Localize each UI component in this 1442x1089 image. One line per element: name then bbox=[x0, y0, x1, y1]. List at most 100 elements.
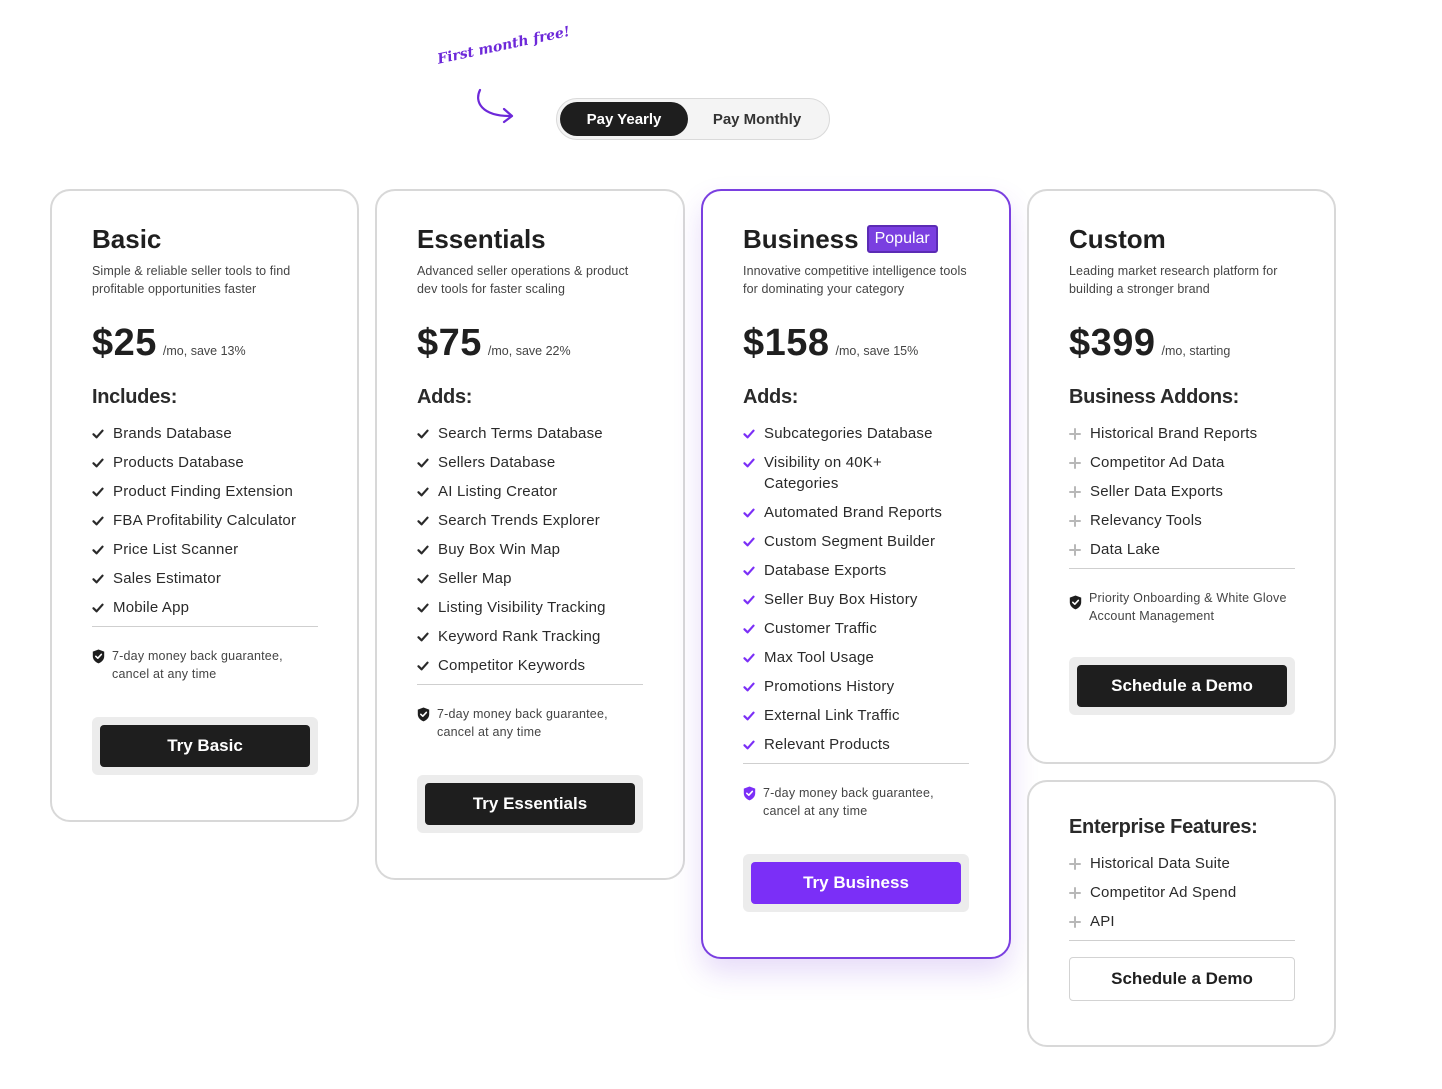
check-icon bbox=[92, 510, 106, 531]
addon-list: Historical Brand Reports Competitor Ad D… bbox=[1069, 423, 1294, 560]
plan-price-note: /mo, starting bbox=[1161, 344, 1231, 358]
plan-price-note: /mo, save 15% bbox=[835, 344, 919, 358]
feature-item: Competitor Keywords bbox=[417, 655, 643, 676]
check-icon bbox=[417, 655, 431, 676]
plan-card-custom: Custom Leading market research platform … bbox=[1027, 189, 1336, 764]
plan-card-basic: Basic Simple & reliable seller tools to … bbox=[50, 189, 359, 822]
addon-item: Competitor Ad Data bbox=[1069, 452, 1294, 473]
feature-list: Brands Database Products Database Produc… bbox=[92, 423, 317, 618]
feature-item: Search Trends Explorer bbox=[417, 510, 643, 531]
feature-item: Price List Scanner bbox=[92, 539, 317, 560]
check-icon bbox=[743, 423, 757, 444]
feature-item: Product Finding Extension bbox=[92, 481, 317, 502]
guarantee-note: 7-day money back guarantee, cancel at an… bbox=[92, 647, 317, 683]
feature-item: Seller Buy Box History bbox=[743, 589, 969, 610]
enterprise-feature-item: Competitor Ad Spend bbox=[1069, 882, 1294, 903]
feature-item: AI Listing Creator bbox=[417, 481, 643, 502]
check-icon bbox=[417, 568, 431, 589]
try-essentials-button[interactable]: Try Essentials bbox=[425, 783, 635, 825]
divider bbox=[92, 626, 318, 627]
check-icon bbox=[417, 481, 431, 502]
feature-item: Mobile App bbox=[92, 597, 317, 618]
check-icon bbox=[417, 597, 431, 618]
pay-monthly-option[interactable]: Pay Monthly bbox=[688, 102, 826, 136]
divider bbox=[1069, 940, 1295, 941]
enterprise-feature-item: API bbox=[1069, 911, 1294, 932]
check-icon bbox=[92, 481, 106, 502]
cta-container: Try Essentials bbox=[417, 775, 643, 833]
feature-item: Seller Map bbox=[417, 568, 643, 589]
shield-check-icon bbox=[743, 786, 757, 806]
plan-card-business: Business Popular Innovative competitive … bbox=[701, 189, 1011, 959]
feature-item: Brands Database bbox=[92, 423, 317, 444]
enterprise-heading: Enterprise Features: bbox=[1069, 816, 1258, 838]
plus-icon bbox=[1069, 510, 1083, 531]
check-icon bbox=[92, 452, 106, 473]
cta-container: Try Business bbox=[743, 854, 969, 912]
guarantee-note: 7-day money back guarantee, cancel at an… bbox=[743, 784, 969, 820]
feature-item: Sellers Database bbox=[417, 452, 643, 473]
check-icon bbox=[92, 539, 106, 560]
check-icon bbox=[743, 502, 757, 523]
feature-item: Sales Estimator bbox=[92, 568, 317, 589]
plus-icon bbox=[1069, 853, 1083, 874]
check-icon bbox=[417, 539, 431, 560]
shield-check-icon bbox=[92, 649, 106, 669]
pay-yearly-option[interactable]: Pay Yearly bbox=[560, 102, 688, 136]
feature-item: Visibility on 40K+ Categories bbox=[743, 452, 969, 494]
check-icon bbox=[743, 676, 757, 697]
features-heading: Business Addons: bbox=[1069, 386, 1240, 408]
plan-price: $399 bbox=[1069, 322, 1156, 364]
plan-price-note: /mo, save 22% bbox=[487, 344, 571, 358]
enterprise-schedule-demo-button[interactable]: Schedule a Demo bbox=[1069, 957, 1295, 1001]
check-icon bbox=[417, 423, 431, 444]
feature-list: Subcategories Database Visibility on 40K… bbox=[743, 423, 969, 755]
plan-price: $75 bbox=[417, 322, 482, 364]
check-icon bbox=[743, 734, 757, 755]
schedule-demo-button[interactable]: Schedule a Demo bbox=[1077, 665, 1287, 707]
plan-title: Business Popular bbox=[743, 223, 969, 255]
feature-item: Promotions History bbox=[743, 676, 969, 697]
check-icon bbox=[417, 626, 431, 647]
check-icon bbox=[743, 589, 757, 610]
features-heading: Includes: bbox=[92, 386, 178, 408]
check-icon bbox=[92, 597, 106, 618]
popular-badge: Popular bbox=[866, 225, 938, 253]
check-icon bbox=[743, 647, 757, 668]
plus-icon bbox=[1069, 423, 1083, 444]
addon-item: Historical Brand Reports bbox=[1069, 423, 1294, 444]
plan-card-essentials: Essentials Advanced seller operations & … bbox=[375, 189, 685, 880]
feature-item: FBA Profitability Calculator bbox=[92, 510, 317, 531]
plan-title: Essentials bbox=[417, 223, 546, 254]
feature-item: Keyword Rank Tracking bbox=[417, 626, 643, 647]
check-icon bbox=[743, 452, 757, 473]
billing-toggle: Pay Yearly Pay Monthly bbox=[556, 98, 830, 140]
try-basic-button[interactable]: Try Basic bbox=[100, 725, 310, 767]
feature-list: Search Terms Database Sellers Database A… bbox=[417, 423, 643, 676]
check-icon bbox=[743, 618, 757, 639]
plan-subtitle: Innovative competitive intelligence tool… bbox=[743, 264, 967, 296]
check-icon bbox=[417, 510, 431, 531]
plan-price: $25 bbox=[92, 322, 157, 364]
plan-price: $158 bbox=[743, 322, 830, 364]
plus-icon bbox=[1069, 911, 1083, 932]
try-business-button[interactable]: Try Business bbox=[751, 862, 961, 904]
plan-subtitle: Advanced seller operations & product dev… bbox=[417, 264, 629, 296]
features-heading: Adds: bbox=[743, 386, 799, 408]
divider bbox=[1069, 568, 1295, 569]
features-heading: Adds: bbox=[417, 386, 473, 408]
guarantee-note: 7-day money back guarantee, cancel at an… bbox=[417, 705, 643, 741]
divider bbox=[743, 763, 969, 764]
plan-subtitle: Leading market research platform for bui… bbox=[1069, 264, 1278, 296]
plan-title: Basic bbox=[92, 223, 162, 254]
shield-check-icon bbox=[417, 707, 431, 727]
plan-subtitle: Simple & reliable seller tools to find p… bbox=[92, 264, 291, 296]
plan-title: Custom bbox=[1069, 223, 1166, 254]
check-icon bbox=[92, 568, 106, 589]
feature-item: Database Exports bbox=[743, 560, 969, 581]
plan-price-note: /mo, save 13% bbox=[162, 344, 246, 358]
plus-icon bbox=[1069, 481, 1083, 502]
enterprise-card: Enterprise Features: Historical Data Sui… bbox=[1027, 780, 1336, 1047]
check-icon bbox=[417, 452, 431, 473]
cta-container: Try Basic bbox=[92, 717, 318, 775]
